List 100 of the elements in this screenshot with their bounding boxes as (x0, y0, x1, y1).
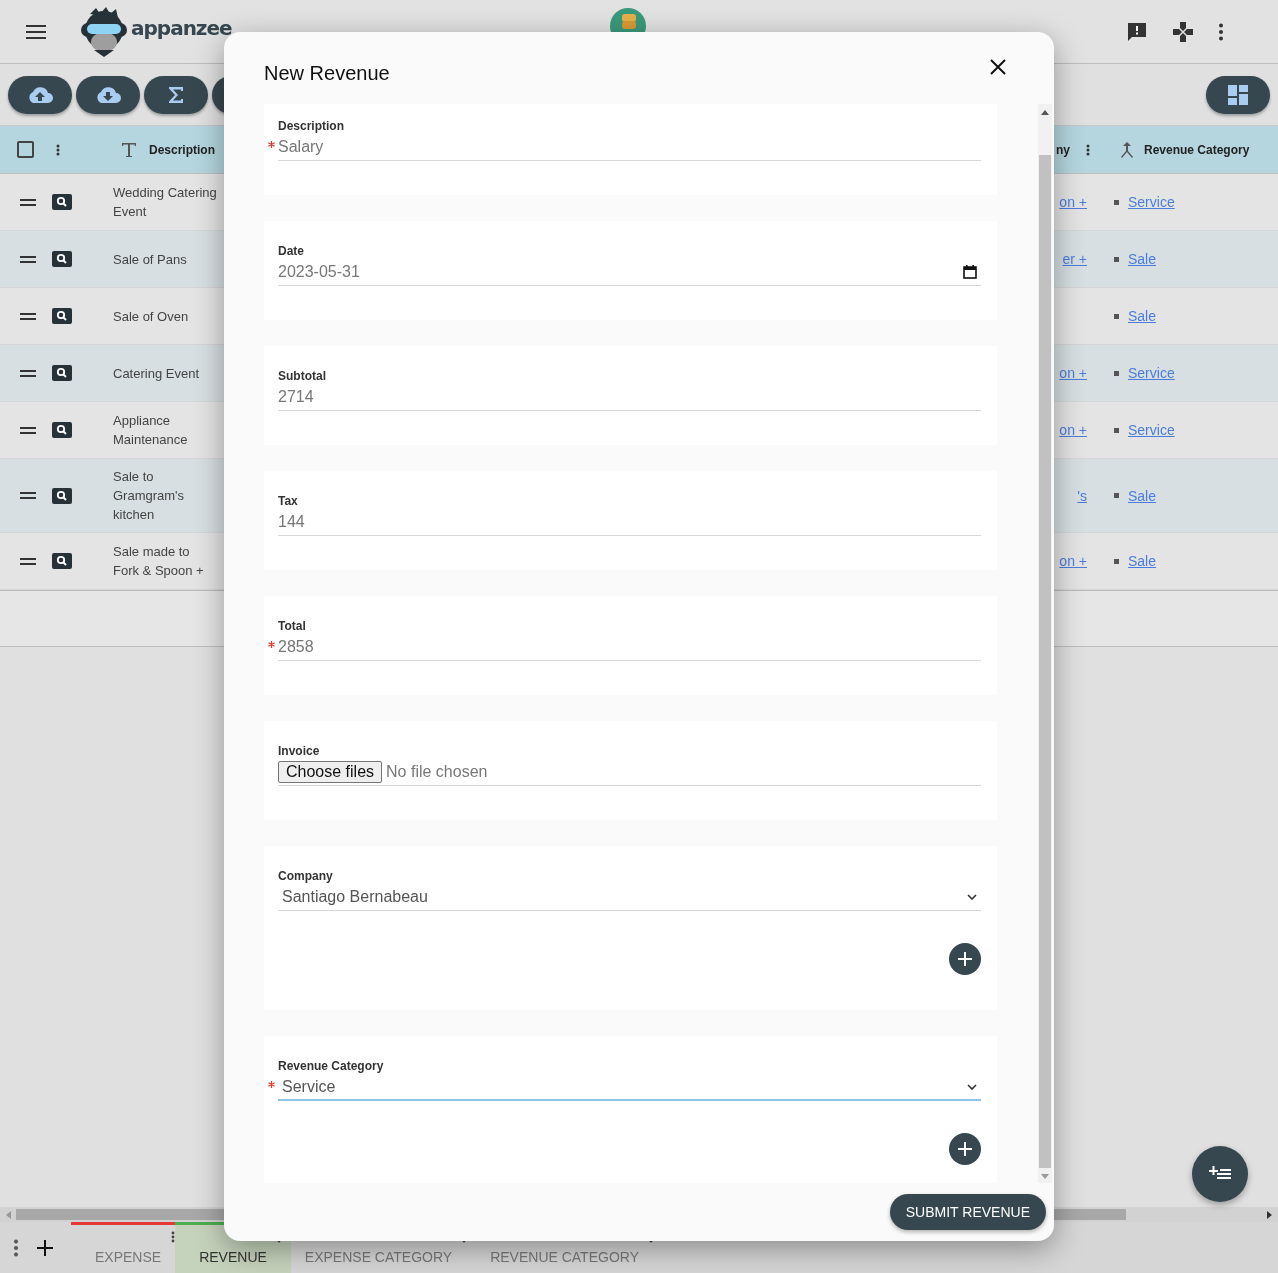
field-label: Subtotal (278, 368, 327, 384)
company-link[interactable]: on + (1059, 194, 1087, 210)
scrollbar-thumb[interactable] (1039, 155, 1051, 1168)
feedback-icon[interactable] (1126, 20, 1148, 43)
more-icon[interactable] (13, 1239, 19, 1257)
add-list-button[interactable] (1192, 1146, 1248, 1202)
drag-handle-icon[interactable] (20, 369, 36, 377)
choose-files-button[interactable]: Choose files (278, 761, 383, 783)
input-field[interactable]: 2858 (278, 634, 981, 661)
vertical-scrollbar[interactable] (1038, 104, 1052, 1183)
file-field[interactable]: Choose files No file chosen (278, 759, 981, 786)
table-cell-text: Sale made to Fork & Spoon + (113, 543, 205, 580)
dashboard-button[interactable] (1206, 75, 1270, 114)
table-cell-text: Appliance Maintenance (113, 412, 189, 449)
field-label: Invoice (278, 743, 321, 759)
field-label: Date (278, 243, 305, 259)
drag-handle-icon[interactable] (20, 426, 36, 434)
select-field[interactable]: Service (278, 1074, 981, 1101)
select-field[interactable]: Santiago Bernabeau (278, 884, 981, 911)
company-link[interactable]: on + (1059, 422, 1087, 438)
cloud-download-icon (95, 85, 121, 104)
search-icon[interactable] (52, 365, 72, 381)
bullet-icon (1114, 493, 1119, 498)
playlist-add-icon (1209, 1166, 1231, 1182)
sum-button[interactable] (144, 75, 208, 114)
bullet-icon (1114, 558, 1119, 564)
company-link[interactable]: on + (1059, 365, 1087, 381)
search-icon[interactable] (52, 308, 72, 324)
drag-handle-icon[interactable] (20, 198, 36, 206)
search-icon[interactable] (52, 422, 72, 438)
field-label: Description (278, 118, 345, 134)
add-button[interactable] (949, 943, 981, 975)
bullet-icon (1114, 370, 1119, 376)
bullet-icon (1114, 199, 1119, 205)
cloud-upload-icon (27, 85, 53, 104)
add-icon (958, 1142, 972, 1156)
table-cell-text: Wedding Catering Event (113, 184, 218, 221)
category-link[interactable]: Service (1128, 194, 1175, 210)
field-label: Total (278, 618, 307, 634)
menu-icon[interactable] (26, 24, 46, 39)
field-label: Company (278, 868, 334, 884)
search-icon[interactable] (52, 251, 72, 267)
category-link[interactable]: Sale (1128, 308, 1157, 324)
date-field[interactable]: 2023-05-31 (278, 259, 981, 286)
tab-menu-icon[interactable] (171, 1231, 176, 1243)
chevron-down-icon[interactable] (967, 1083, 977, 1090)
add-button[interactable] (949, 1133, 981, 1165)
column-menu-icon[interactable] (56, 143, 60, 156)
scroll-up-icon[interactable] (1041, 110, 1049, 115)
drag-handle-icon[interactable] (20, 492, 36, 499)
drag-handle-icon[interactable] (20, 312, 36, 320)
add-icon (958, 952, 972, 966)
add-icon[interactable] (37, 1240, 53, 1256)
search-icon[interactable] (52, 553, 72, 569)
column-header[interactable]: ny (1056, 142, 1070, 157)
file-status: No file chosen (386, 763, 489, 781)
dashboard-icon (1228, 84, 1248, 105)
calendar-icon[interactable] (963, 265, 977, 279)
sigma-icon (168, 85, 184, 104)
monkey-logo-icon (80, 5, 128, 58)
input-field[interactable]: 2714 (278, 384, 981, 411)
company-link[interactable]: 's (1077, 487, 1087, 504)
table-cell-text: Catering Event (113, 364, 200, 383)
column-header[interactable]: Revenue Category (1144, 142, 1250, 157)
table-cell-text: Sale to Gramgram's kitchen (113, 468, 186, 524)
category-link[interactable]: Service (1128, 422, 1175, 438)
bullet-icon (1114, 256, 1119, 262)
search-icon[interactable] (52, 194, 72, 210)
column-header[interactable]: Description (149, 142, 215, 157)
drag-handle-icon[interactable] (20, 557, 36, 565)
field-label: Revenue Category (278, 1058, 385, 1074)
submit-button[interactable]: SUBMIT REVENUE (889, 1194, 1046, 1230)
gamepad-icon[interactable] (1172, 20, 1194, 43)
category-link[interactable]: Sale (1128, 553, 1157, 569)
more-icon[interactable] (1218, 22, 1224, 41)
company-link[interactable]: er + (1062, 251, 1087, 267)
bullet-icon (1114, 313, 1119, 319)
category-link[interactable]: Sale (1128, 251, 1157, 267)
field-label: Tax (278, 493, 299, 509)
category-link[interactable]: Sale (1128, 487, 1157, 504)
chevron-down-icon[interactable] (967, 894, 977, 900)
text-type-icon (121, 141, 137, 158)
input-field[interactable]: 144 (278, 509, 981, 536)
download-button[interactable] (76, 75, 140, 114)
logo-text: appanzee (131, 15, 232, 40)
select-all-checkbox[interactable] (17, 141, 34, 158)
bullet-icon (1114, 427, 1119, 433)
category-link[interactable]: Service (1128, 365, 1175, 381)
merge-icon (1120, 140, 1134, 159)
input-field[interactable]: Salary (278, 134, 981, 161)
table-cell-text: Sale of Pans (113, 250, 188, 269)
scroll-right-icon[interactable] (1266, 1210, 1272, 1219)
table-cell-text: Sale of Oven (113, 307, 190, 326)
close-icon[interactable] (990, 59, 1006, 75)
column-menu-icon[interactable] (1086, 143, 1090, 156)
search-icon[interactable] (52, 487, 72, 504)
upload-button[interactable] (8, 75, 72, 114)
dialog-title: New Revenue (264, 61, 391, 85)
company-link[interactable]: on + (1059, 553, 1087, 569)
drag-handle-icon[interactable] (20, 255, 36, 263)
